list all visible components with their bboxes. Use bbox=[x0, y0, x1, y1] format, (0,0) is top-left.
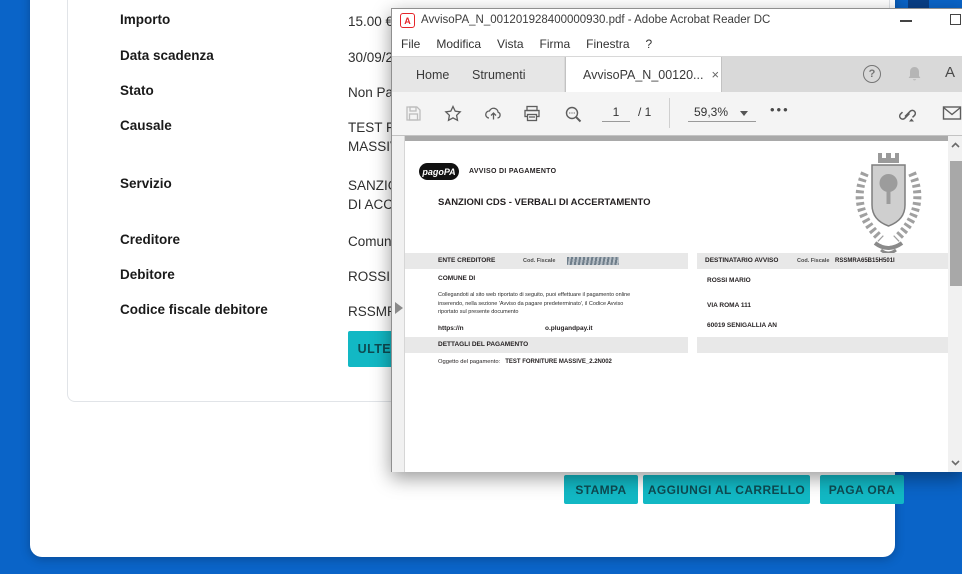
chevron-down-icon bbox=[740, 111, 748, 116]
share-link-icon[interactable] bbox=[897, 105, 917, 124]
window-title: AvvisoPA_N_001201928400000930.pdf - Adob… bbox=[421, 14, 770, 26]
toolbar-divider bbox=[669, 98, 670, 128]
aggiungi-al-carrello-button[interactable]: AGGIUNGI AL CARRELLO bbox=[643, 475, 810, 504]
vertical-scrollbar[interactable] bbox=[948, 136, 962, 472]
field-label-creditore: Creditore bbox=[120, 232, 330, 247]
page-number-input[interactable]: 1 bbox=[602, 102, 630, 122]
email-icon[interactable] bbox=[942, 105, 962, 121]
user-initial[interactable]: A bbox=[945, 64, 955, 81]
pdf-file-icon: A bbox=[400, 13, 415, 28]
scrollbar-thumb[interactable] bbox=[950, 161, 962, 286]
avviso-header-label: AVVISO DI PAGAMENTO bbox=[469, 168, 556, 175]
dettagli-pagamento-label: DETTAGLI DEL PAGAMENTO bbox=[438, 341, 528, 348]
oggetto-value: TEST FORNITURE MASSIVE_2.2N002 bbox=[505, 359, 612, 365]
ente-cf-label: Cod. Fiscale bbox=[523, 258, 555, 264]
tab-document-label: AvvisoPA_N_00120... bbox=[583, 68, 703, 82]
dettagli-pagamento-band-right bbox=[697, 337, 948, 353]
scroll-down-icon[interactable] bbox=[951, 458, 960, 467]
field-label-debitore: Debitore bbox=[120, 267, 330, 282]
document-area: pagoPA AVVISO DI PAGAMENTO SANZIONI CDS … bbox=[392, 136, 962, 472]
page-total-label: / 1 bbox=[638, 105, 651, 119]
field-label-data-scadenza: Data scadenza bbox=[120, 48, 330, 63]
star-icon[interactable] bbox=[444, 105, 462, 122]
menu-vista[interactable]: Vista bbox=[497, 37, 523, 51]
toolbar: 1 / 1 59,3% ••• bbox=[392, 92, 962, 136]
oggetto-label: Oggetto del pagamento: bbox=[438, 359, 500, 365]
menu-file[interactable]: File bbox=[401, 37, 420, 51]
destinatario-name: ROSSI MARIO bbox=[707, 277, 751, 284]
search-zoom-icon[interactable] bbox=[564, 105, 583, 124]
zoom-level-dropdown[interactable]: 59,3% bbox=[688, 102, 756, 122]
title-bar[interactable]: A AvvisoPA_N_001201928400000930.pdf - Ad… bbox=[392, 9, 962, 32]
oggetto-pagamento-row: Oggetto del pagamento: TEST FORNITURE MAS… bbox=[438, 359, 612, 365]
scroll-up-icon[interactable] bbox=[951, 141, 960, 150]
save-icon[interactable] bbox=[405, 105, 422, 122]
field-label-codice-fiscale: Codice fiscale debitore bbox=[120, 302, 330, 317]
payment-url-suffix: o.plugandpay.it bbox=[545, 325, 593, 332]
print-icon[interactable] bbox=[523, 105, 541, 122]
navigation-pane-strip[interactable] bbox=[392, 136, 405, 472]
destinatario-label: DESTINATARIO AVVISO bbox=[705, 257, 778, 264]
payment-url-prefix: https://n bbox=[438, 325, 464, 332]
expand-pane-arrow-icon[interactable] bbox=[395, 302, 403, 314]
payment-instructions: Collegandoti al sito web riportato di se… bbox=[438, 291, 696, 317]
tab-close-icon[interactable]: × bbox=[711, 67, 719, 82]
ente-creditore-label: ENTE CREDITORE bbox=[438, 257, 495, 264]
cloud-upload-icon[interactable] bbox=[484, 105, 503, 122]
destinatario-address2: 60019 SENIGALLIA AN bbox=[707, 322, 777, 329]
more-tools-icon[interactable]: ••• bbox=[770, 102, 790, 117]
acrobat-window: A AvvisoPA_N_001201928400000930.pdf - Ad… bbox=[391, 8, 962, 472]
help-icon[interactable]: ? bbox=[863, 65, 881, 83]
screen: Identificativo 201928400000930 Importo 1… bbox=[0, 0, 962, 574]
pagopa-logo: pagoPA bbox=[419, 163, 459, 180]
field-label-importo: Importo bbox=[120, 12, 330, 27]
paga-ora-button[interactable]: PAGA ORA bbox=[820, 475, 904, 504]
destinatario-address1: VIA ROMA 111 bbox=[707, 302, 751, 309]
stampa-button[interactable]: STAMPA bbox=[564, 475, 638, 504]
zoom-level-value: 59,3% bbox=[694, 105, 728, 119]
pdf-document-title: SANZIONI CDS - VERBALI DI ACCERTAMENTO bbox=[438, 197, 651, 208]
tab-strumenti[interactable]: Strumenti bbox=[472, 57, 526, 92]
redacted-fiscal-code bbox=[567, 257, 619, 265]
menu-finestra[interactable]: Finestra bbox=[586, 37, 629, 51]
destinatario-cf-label: Cod. Fiscale bbox=[797, 258, 829, 264]
menu-bar: File Modifica Vista Firma Finestra ? bbox=[392, 32, 962, 57]
field-label-causale: Causale bbox=[120, 118, 330, 133]
field-label-stato: Stato bbox=[120, 83, 330, 98]
menu-modifica[interactable]: Modifica bbox=[436, 37, 481, 51]
maximize-button[interactable] bbox=[950, 14, 961, 25]
tab-bar: Home Strumenti AvvisoPA_N_00120... × ? A bbox=[392, 57, 962, 92]
field-label-servizio: Servizio bbox=[120, 176, 330, 191]
menu-firma[interactable]: Firma bbox=[540, 37, 571, 51]
tab-document[interactable]: AvvisoPA_N_00120... × bbox=[565, 57, 722, 92]
minimize-button[interactable] bbox=[900, 20, 912, 22]
menu-help[interactable]: ? bbox=[646, 37, 653, 51]
pdf-page: pagoPA AVVISO DI PAGAMENTO SANZIONI CDS … bbox=[405, 141, 948, 472]
destinatario-cf-value: RSSMRA65B15H501I bbox=[835, 258, 895, 264]
notifications-bell-icon[interactable] bbox=[906, 65, 923, 83]
tab-home[interactable]: Home bbox=[416, 57, 449, 92]
comune-name: COMUNE DI bbox=[438, 275, 475, 282]
